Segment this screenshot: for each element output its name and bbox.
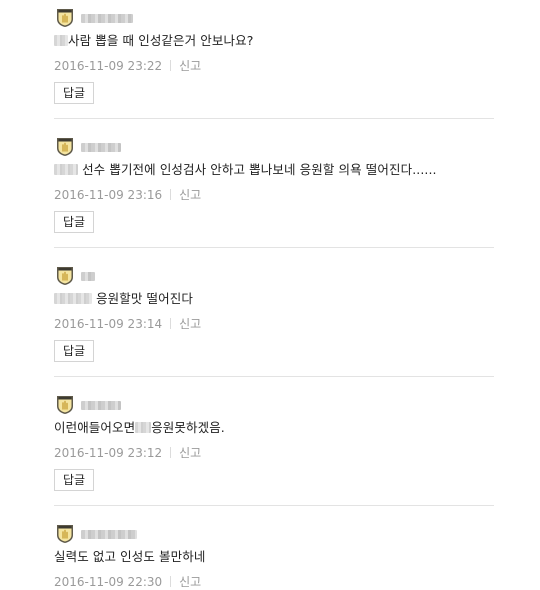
comment-text: 사람 뽑을 때 인성같은거 안보나요? [54, 33, 253, 49]
report-link[interactable]: 신고 [179, 315, 201, 332]
author-row [55, 266, 95, 286]
meta-separator [170, 576, 172, 587]
report-link[interactable]: 신고 [179, 573, 201, 590]
comment-meta: 2016-11-09 23:12 신고 [54, 444, 201, 461]
comment-divider [54, 247, 494, 248]
comment-meta: 2016-11-09 23:22 신고 [54, 57, 201, 74]
reply-button[interactable]: 답글 [54, 211, 95, 233]
redacted-text [135, 422, 152, 433]
rookie-badge-icon [57, 267, 73, 285]
comment-text: 선수 뽑기전에 인성검사 안하고 뽑나보네 응원할 의욕 떨어진다...... [54, 162, 437, 178]
redacted-text [54, 35, 68, 46]
comment-date: 2016-11-09 23:22 [54, 58, 163, 73]
author-nickname-blurred[interactable] [81, 271, 95, 281]
comment-meta: 2016-11-09 22:30 신고 [54, 573, 201, 590]
reply-button[interactable]: 답글 [54, 469, 95, 491]
comment-date: 2016-11-09 23:14 [54, 316, 163, 331]
report-link[interactable]: 신고 [179, 186, 201, 203]
meta-separator [170, 60, 172, 71]
comment-divider [54, 376, 494, 377]
reply-button[interactable]: 답글 [54, 82, 95, 104]
comment-text: 응원할맛 떨어진다 [54, 291, 193, 307]
author-row [55, 137, 121, 157]
report-link[interactable]: 신고 [179, 57, 201, 74]
comment-meta: 2016-11-09 23:16 신고 [54, 186, 201, 203]
redacted-text [54, 164, 78, 175]
comment-divider [54, 505, 494, 506]
author-nickname-blurred[interactable] [81, 400, 121, 410]
report-link[interactable]: 신고 [179, 444, 201, 461]
comment-date: 2016-11-09 23:12 [54, 445, 163, 460]
author-nickname-blurred[interactable] [81, 13, 133, 23]
comment-text: 실력도 없고 인성도 볼만하네 [54, 549, 206, 564]
comment-divider [54, 118, 494, 119]
rookie-badge-icon [57, 396, 73, 414]
rookie-badge-icon [57, 138, 73, 156]
rookie-badge-icon [57, 525, 73, 543]
comment-text: 이런애들어오면 응원못하겠음. [54, 420, 225, 435]
meta-separator [170, 447, 172, 458]
comment-meta: 2016-11-09 23:14 신고 [54, 315, 201, 332]
author-nickname-blurred[interactable] [81, 529, 137, 539]
author-row [55, 8, 133, 28]
meta-separator [170, 318, 172, 329]
comment-date: 2016-11-09 23:16 [54, 187, 163, 202]
redacted-text [54, 293, 92, 304]
meta-separator [170, 189, 172, 200]
comment-date: 2016-11-09 22:30 [54, 574, 163, 589]
reply-button[interactable]: 답글 [54, 340, 95, 362]
author-row [55, 395, 121, 415]
rookie-badge-icon [57, 9, 73, 27]
author-row [55, 524, 137, 544]
author-nickname-blurred[interactable] [81, 142, 121, 152]
